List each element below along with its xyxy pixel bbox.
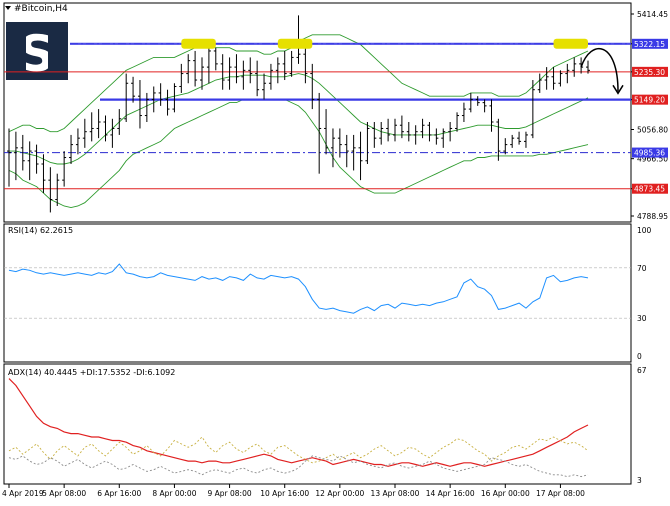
level-price-label: 5149.20	[634, 96, 665, 105]
time-tick-label: 14 Apr 16:00	[426, 489, 475, 498]
time-tick-label: 6 Apr 16:00	[97, 489, 141, 498]
rsi-title: RSI(14) 62.2615	[8, 226, 73, 235]
adx-tick-label: 67	[637, 366, 647, 375]
symbol-label: #Bitcoin,H4	[14, 4, 68, 14]
trading-chart: #Bitcoin,H4 S 5414.45 5322.15 5235.30 5149.…	[0, 0, 670, 502]
highlight-box	[181, 38, 216, 49]
adx-tick-label: 3	[637, 476, 642, 485]
price-tick-label: 5056.80	[637, 126, 668, 135]
time-tick-label: 17 Apr 08:00	[536, 489, 585, 498]
time-tick-label: 16 Apr 00:00	[481, 489, 530, 498]
level-price-label: 5235.30	[634, 68, 665, 77]
broker-logo: S	[6, 22, 68, 83]
rsi-tick-label: 30	[637, 314, 647, 323]
chart-window: #Bitcoin,H4 S 5414.45 5322.15 5235.30 5149.…	[0, 0, 670, 502]
level-price-label: 4985.36	[634, 149, 665, 158]
rsi-tick-label: 70	[637, 264, 647, 273]
adx-title: ADX(14) 40.4445 +DI:17.5352 -DI:6.1092	[8, 368, 175, 377]
price-tick-label: 4788.95	[637, 212, 668, 221]
level-price-label: 4873.45	[634, 185, 665, 194]
time-tick-label: 9 Apr 08:00	[208, 489, 252, 498]
time-tick-label: 10 Apr 16:00	[260, 489, 309, 498]
highlight-box	[553, 38, 588, 49]
time-tick-label: 12 Apr 00:00	[315, 489, 364, 498]
symbol-header[interactable]: #Bitcoin,H4	[5, 4, 68, 14]
rsi-tick-label: 0	[637, 352, 642, 361]
price-tick-label: 5414.45	[637, 10, 668, 19]
time-tick-label: 13 Apr 08:00	[371, 489, 420, 498]
level-price-label: 5322.15	[634, 40, 665, 49]
time-tick-label: 5 Apr 08:00	[42, 489, 86, 498]
time-tick-label: 8 Apr 00:00	[152, 489, 196, 498]
time-tick-label: 4 Apr 2019	[2, 489, 44, 498]
highlight-box	[277, 38, 313, 49]
rsi-tick-label: 100	[637, 226, 652, 235]
